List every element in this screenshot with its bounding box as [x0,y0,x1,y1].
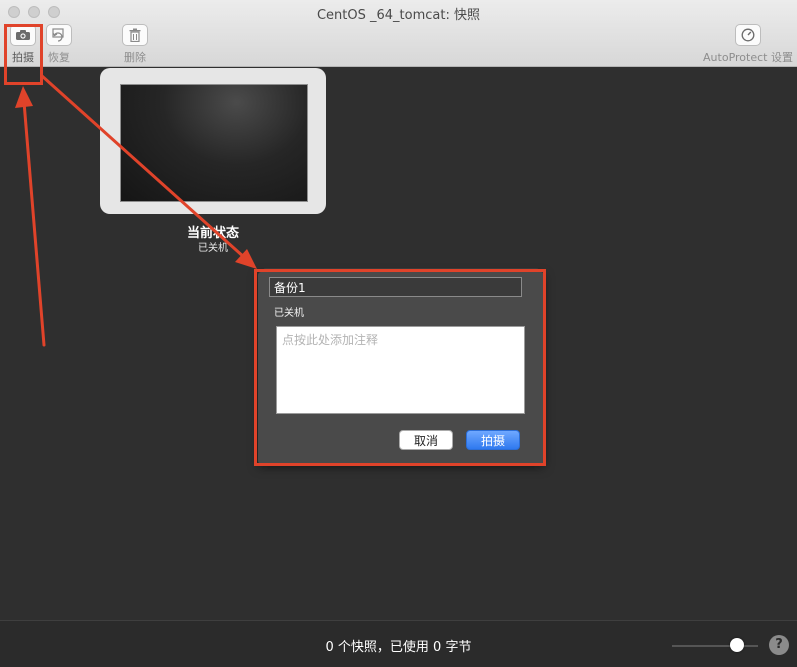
zoom-slider-knob[interactable] [729,638,744,652]
arrow-up-to-toolbar [22,100,46,347]
zoom-slider-track[interactable] [672,645,758,647]
annotation-arrows [15,74,257,347]
status-bar: 0 个快照，已使用 0 字节 ? [0,620,797,667]
arrow-to-dialog [40,74,247,260]
help-button[interactable]: ? [769,635,789,655]
arrow-up-head [15,86,33,108]
